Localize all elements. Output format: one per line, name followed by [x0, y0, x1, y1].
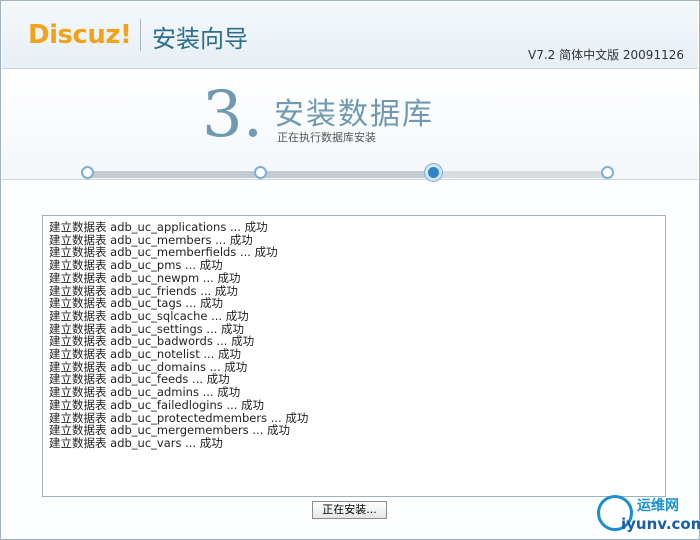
log-line: 建立数据表 adb_uc_admins ... 成功: [49, 385, 241, 400]
step-dot-1: [80, 166, 94, 179]
watermark-en: iyunv.com: [621, 515, 700, 533]
log-line: 建立数据表 adb_uc_notelist ... 成功: [49, 347, 241, 362]
step-progress-track: [87, 171, 607, 178]
header: Discuz! 安装向导 V7.2 简体中文版 20091126: [2, 2, 698, 69]
installer-window: Discuz! 安装向导 V7.2 简体中文版 20091126 3. 安装数据…: [0, 0, 700, 540]
step-header: 3. 安装数据库 正在执行数据库安装: [2, 69, 698, 181]
wizard-title: 安装向导: [152, 25, 248, 53]
step-dot-2: [253, 166, 267, 179]
log-line: 建立数据表 adb_uc_failedlogins ... 成功: [49, 397, 265, 412]
watermark-cn: 运维网: [637, 498, 679, 514]
installing-button[interactable]: 正在安装...: [312, 501, 387, 519]
log-line: 建立数据表 adb_uc_newpm ... 成功: [49, 270, 241, 285]
log-line: 建立数据表 adb_uc_sqlcache ... 成功: [49, 308, 249, 323]
version-label: V7.2 简体中文版 20091126: [527, 48, 684, 62]
log-line: 建立数据表 adb_uc_applications ... 成功: [49, 220, 268, 234]
site-watermark: 运维网 iyunv.com: [597, 493, 700, 537]
step-subtitle: 正在执行数据库安装: [277, 131, 376, 144]
log-line: 建立数据表 adb_uc_vars ... 成功: [49, 435, 223, 450]
step-dot-4: [600, 166, 614, 179]
step-number: 3.: [202, 78, 264, 152]
step-title: 安装数据库: [274, 97, 434, 132]
header-divider: [140, 19, 141, 51]
log-line: 建立数据表 adb_uc_pms ... 成功: [49, 258, 223, 273]
install-log: 建立数据表 adb_uc_applications ... 成功 建立数据表 ad…: [42, 215, 666, 497]
step-dot-3: [425, 164, 443, 181]
discuz-logo: Discuz!: [28, 20, 132, 50]
